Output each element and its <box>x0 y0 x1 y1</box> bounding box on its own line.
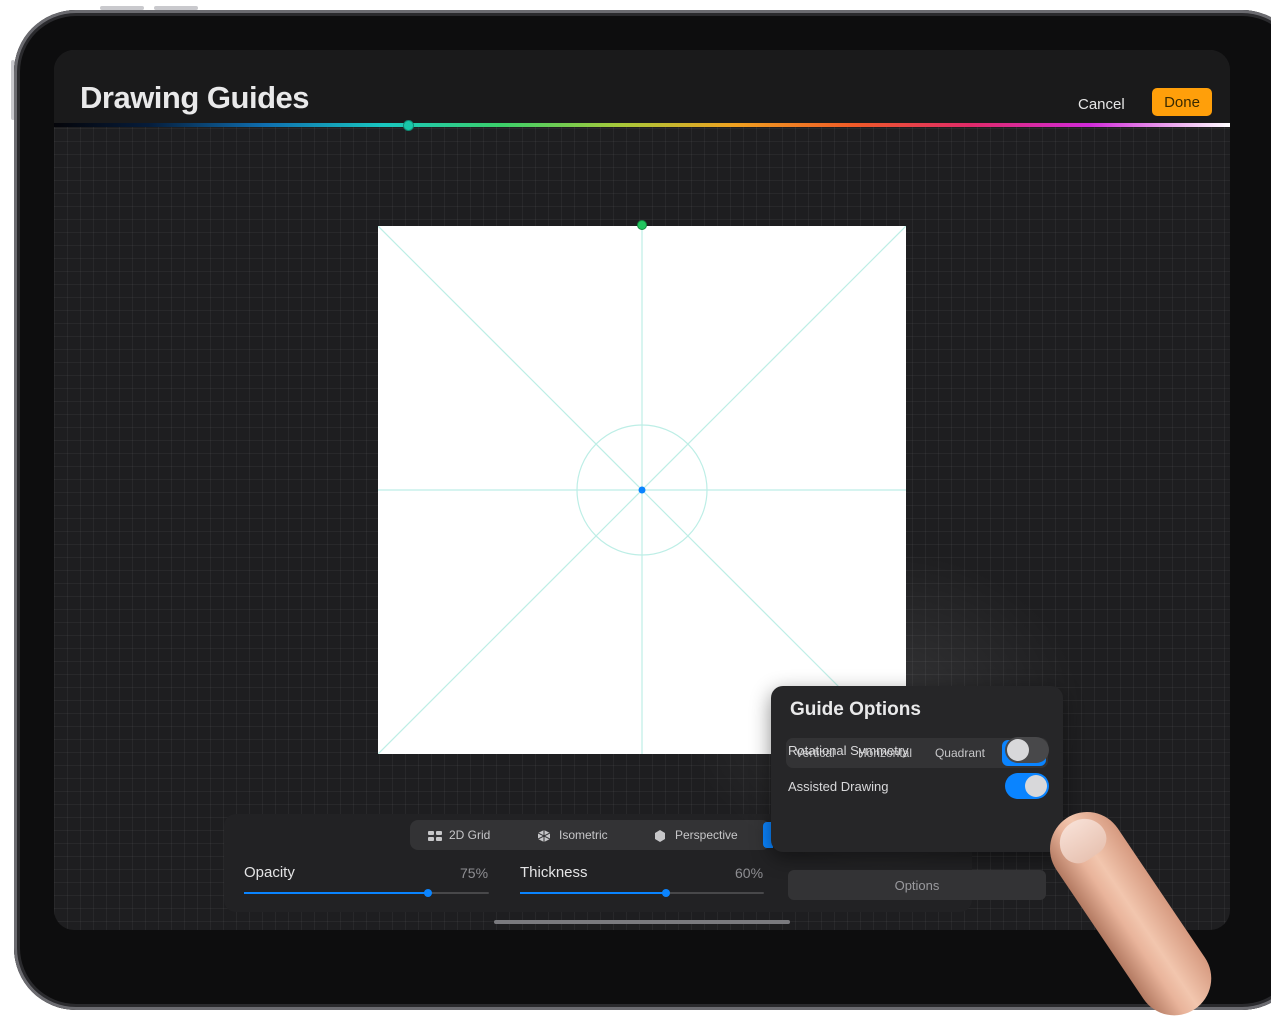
thickness-slider-knob[interactable] <box>662 889 671 897</box>
opacity-slider-knob[interactable] <box>423 889 432 897</box>
guide-type-label: Isometric <box>559 828 608 842</box>
opacity-slider[interactable] <box>244 889 489 897</box>
rotational-symmetry-toggle[interactable] <box>1005 737 1049 763</box>
isometric-icon <box>537 830 552 842</box>
cancel-button[interactable]: Cancel <box>1078 96 1125 113</box>
assisted-drawing-toggle[interactable] <box>1005 773 1049 799</box>
guide-color-slider[interactable] <box>54 123 1230 127</box>
options-button[interactable]: Options <box>788 870 1046 900</box>
guide-options-title: Guide Options <box>790 699 921 720</box>
done-button[interactable]: Done <box>1152 88 1212 116</box>
perspective-icon <box>654 830 668 842</box>
thickness-label: Thickness <box>520 864 588 881</box>
rotational-symmetry-label: Rotational Symmetry <box>788 743 909 758</box>
toggle-thumb <box>1025 775 1047 797</box>
guide-type-label: 2D Grid <box>449 828 491 842</box>
opacity-value: 75% <box>460 865 489 881</box>
grid-icon <box>428 830 442 841</box>
opacity-slider-fill <box>244 892 428 894</box>
guide-color-knob[interactable] <box>403 120 414 131</box>
page-title: Drawing Guides <box>80 80 309 115</box>
app-screen: Drawing Guides Cancel Done 2D Grid Isome… <box>54 50 1230 930</box>
guide-type-isometric[interactable]: Isometric <box>537 820 608 850</box>
home-indicator <box>494 920 790 924</box>
opacity-label: Opacity <box>244 864 295 881</box>
thickness-slider-fill <box>520 892 667 894</box>
mode-quadrant[interactable]: Quadrant <box>926 738 994 768</box>
guide-rotation-handle[interactable] <box>637 220 647 230</box>
assisted-drawing-label: Assisted Drawing <box>788 779 889 794</box>
header-bar: Drawing Guides Cancel Done <box>54 50 1230 126</box>
guide-type-2d-grid[interactable]: 2D Grid <box>428 820 490 850</box>
toggle-thumb <box>1007 739 1029 761</box>
guide-center-handle[interactable] <box>638 486 646 494</box>
thickness-slider[interactable] <box>520 889 764 897</box>
guide-options-popover: Guide Options Vertical Horizontal Quadra… <box>771 686 1063 852</box>
